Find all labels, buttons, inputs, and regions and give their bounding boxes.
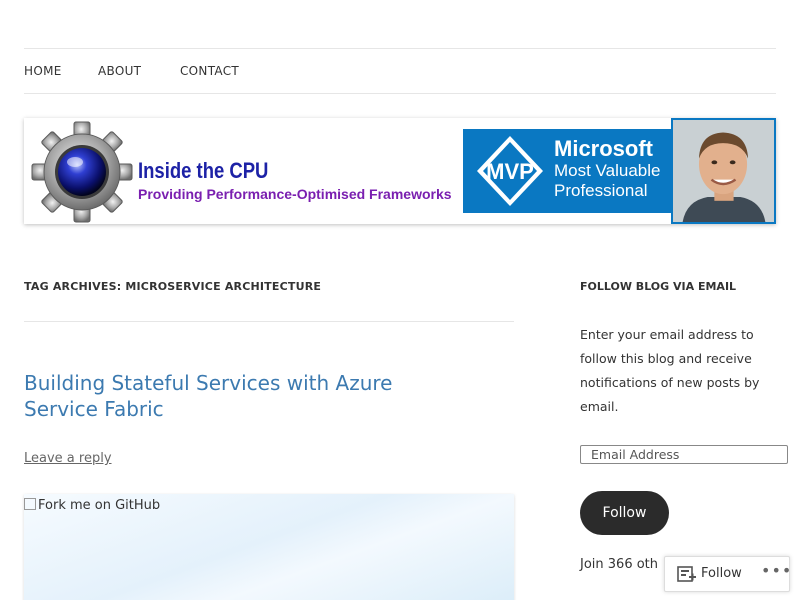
reader-follow-icon: [677, 566, 696, 582]
broken-image-icon: [24, 498, 36, 510]
email-address-input[interactable]: [580, 445, 788, 464]
header-banner[interactable]: Inside the CPU Providing Performance-Opt…: [24, 118, 776, 224]
follow-button[interactable]: Follow: [580, 491, 669, 535]
site-tagline: Providing Performance-Optimised Framewor…: [138, 186, 452, 202]
top-navigation: HOME ABOUT CONTACT: [24, 48, 776, 94]
mvp-badge: MVP Microsoft Most Valuable Professional: [463, 129, 671, 213]
mvp-line-3: Professional: [554, 181, 648, 200]
follow-widget-title: FOLLOW BLOG VIA EMAIL: [580, 280, 737, 293]
join-followers-text: Join 366 oth: [580, 557, 659, 572]
gear-logo-icon: [31, 121, 133, 223]
fork-github-alt-text: Fork me on GitHub: [38, 498, 161, 513]
follow-widget-description: Enter your email address to follow this …: [580, 327, 760, 414]
follow-bar-button[interactable]: Follow: [701, 566, 742, 581]
archive-heading: TAG ARCHIVES: MICROSERVICE ARCHITECTURE: [24, 280, 322, 293]
nav-about-link[interactable]: ABOUT: [98, 64, 141, 78]
author-photo: [671, 118, 776, 224]
mvp-line-2: Most Valuable: [554, 161, 661, 180]
floating-follow-bar: Follow •••: [664, 556, 792, 592]
fork-github-image-link[interactable]: Fork me on GitHub: [24, 498, 160, 513]
site-title: Inside the CPU: [138, 158, 269, 183]
nav-contact-link[interactable]: CONTACT: [180, 64, 239, 78]
mvp-badge-text: MVP: [486, 159, 534, 184]
more-options-button[interactable]: •••: [761, 561, 792, 580]
mvp-line-1: Microsoft: [554, 136, 653, 161]
mvp-diamond-icon: MVP: [477, 136, 543, 206]
leave-reply-link[interactable]: Leave a reply: [24, 451, 112, 466]
nav-home-link[interactable]: HOME: [24, 64, 62, 78]
post-title-link[interactable]: Building Stateful Services with Azure Se…: [24, 370, 444, 422]
post-featured-image: Fork me on GitHub: [24, 494, 514, 600]
divider: [24, 321, 514, 322]
